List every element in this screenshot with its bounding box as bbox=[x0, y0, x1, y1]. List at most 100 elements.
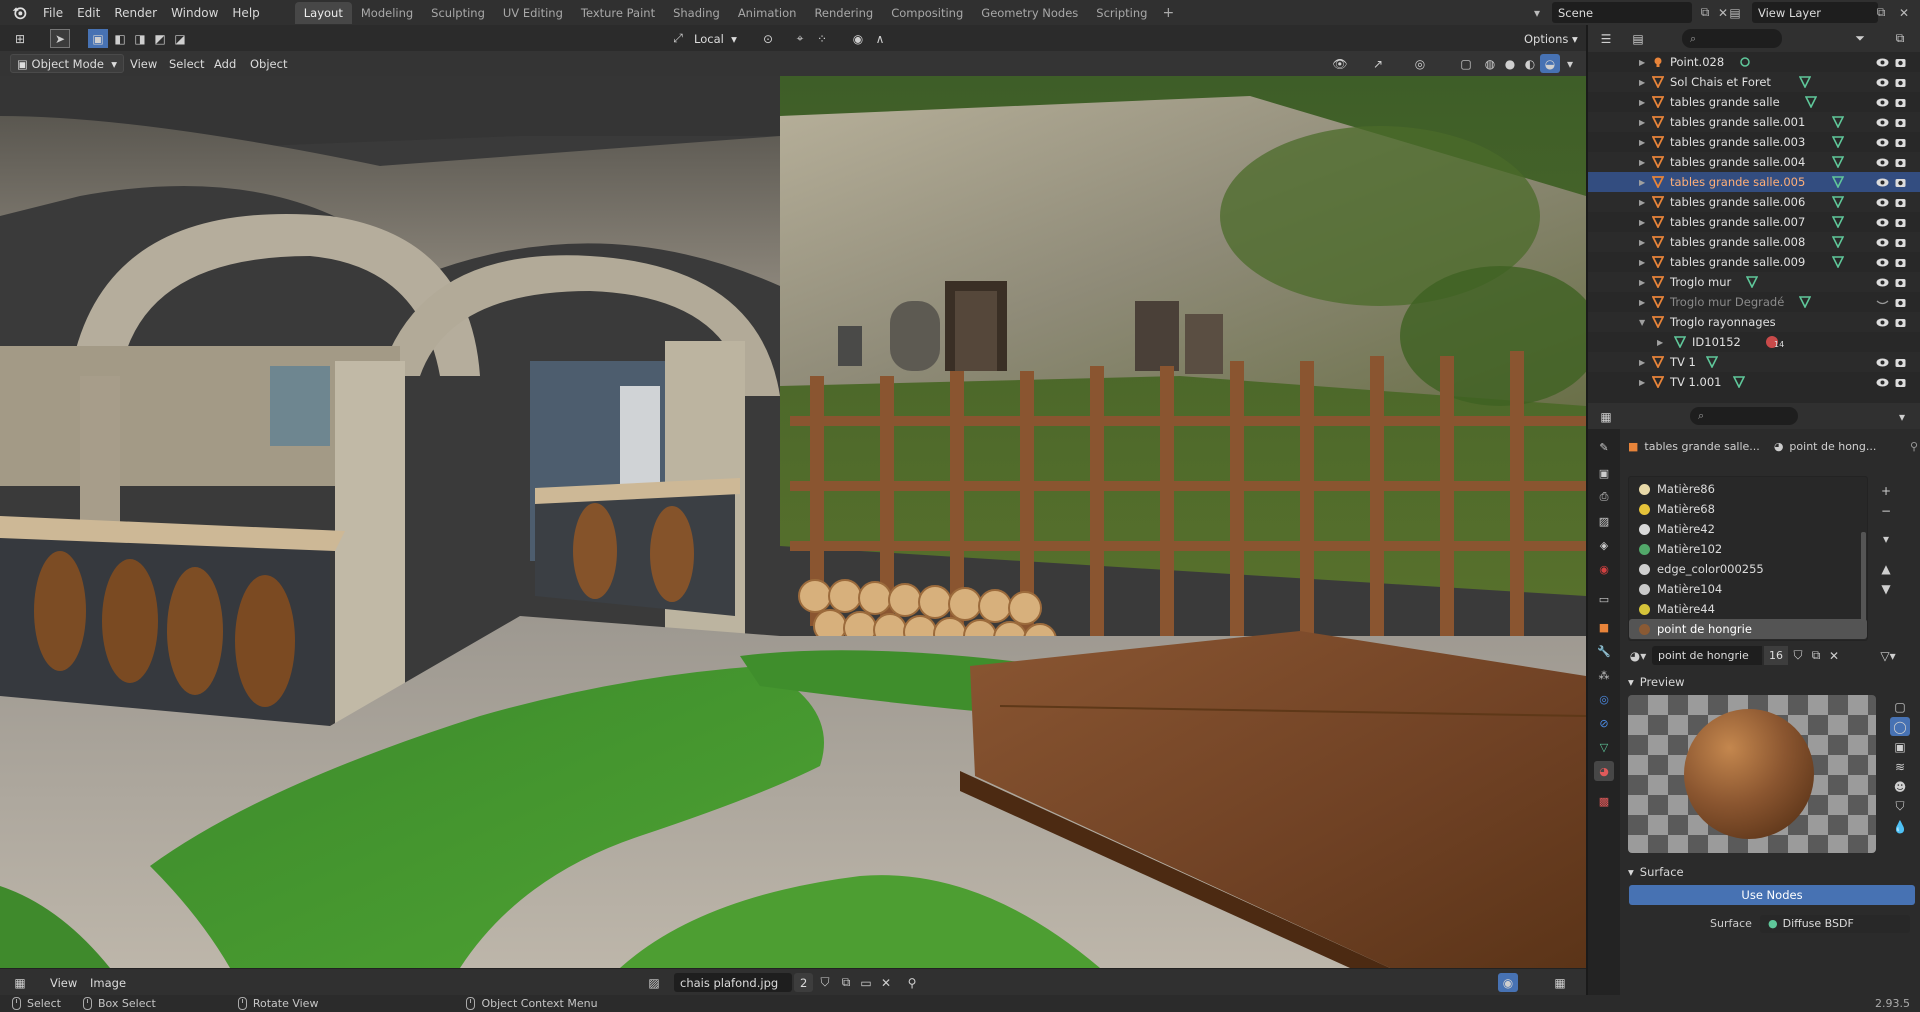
preview-panel-header[interactable]: ▾ Preview bbox=[1620, 671, 1920, 693]
outliner-search-input[interactable]: ⌕ bbox=[1682, 29, 1782, 48]
blender-logo-icon[interactable] bbox=[8, 2, 30, 24]
material-slot-item[interactable]: point de hongrie bbox=[1629, 619, 1867, 639]
mode-extend-icon[interactable]: ◧ bbox=[110, 29, 130, 48]
tab-texture-paint[interactable]: Texture Paint bbox=[572, 2, 664, 24]
view-layer-icon[interactable]: ▤ bbox=[1724, 3, 1746, 22]
tab-modeling[interactable]: Modeling bbox=[352, 2, 422, 24]
options-dropdown[interactable]: Options ▾ bbox=[1518, 29, 1584, 48]
render-camera-icon[interactable] bbox=[1895, 317, 1906, 328]
preview-monkey-icon[interactable]: ☻ bbox=[1890, 777, 1910, 796]
material-slot-item[interactable]: Matière42 bbox=[1629, 519, 1867, 539]
outliner-item[interactable]: ▶ Point.028 bbox=[1588, 52, 1920, 72]
eye-closed-icon[interactable] bbox=[1876, 298, 1889, 307]
wireframe-shading-icon[interactable]: ◍ bbox=[1480, 54, 1500, 73]
render-camera-icon[interactable] bbox=[1895, 57, 1906, 68]
tab-animation[interactable]: Animation bbox=[729, 2, 806, 24]
outliner-item[interactable]: ▶ tables grande salle.009 bbox=[1588, 252, 1920, 272]
outliner-item[interactable]: ▶ tables grande salle.001 bbox=[1588, 112, 1920, 132]
move-slot-down-icon[interactable]: ▼ bbox=[1876, 579, 1896, 598]
scene-render[interactable] bbox=[0, 76, 1586, 968]
object-tab-icon[interactable]: ■ bbox=[1594, 617, 1614, 637]
mesh-data-icon[interactable] bbox=[1792, 316, 1804, 328]
image-editor-type-icon[interactable]: ▦ bbox=[10, 973, 30, 992]
display-mode-icon[interactable]: ▤ bbox=[1628, 29, 1648, 48]
mode-subtract-icon[interactable]: ◨ bbox=[130, 29, 150, 48]
eye-icon[interactable] bbox=[1876, 138, 1889, 147]
tab-geometry-nodes[interactable]: Geometry Nodes bbox=[972, 2, 1087, 24]
scene-selector-icon[interactable]: ▾ bbox=[1526, 3, 1548, 22]
data-tab-icon[interactable]: ▽ bbox=[1594, 737, 1614, 757]
filter-icon[interactable]: ⏷ bbox=[1850, 29, 1870, 48]
eye-icon[interactable] bbox=[1876, 358, 1889, 367]
preview-cloth-icon[interactable]: ⛉ bbox=[1890, 797, 1910, 816]
slot-specials-icon[interactable]: ▾ bbox=[1876, 529, 1896, 548]
link-options-icon[interactable]: ▽▾ bbox=[1878, 646, 1898, 665]
move-slot-up-icon[interactable]: ▲ bbox=[1876, 559, 1896, 578]
outliner-item[interactable]: ▶ tables grande salle.005 bbox=[1588, 172, 1920, 192]
new-image-icon[interactable]: ⧉ bbox=[836, 973, 856, 992]
material-slot-item[interactable]: edge_color000255 bbox=[1629, 559, 1867, 579]
preview-fluid-icon[interactable]: 💧 bbox=[1890, 817, 1910, 836]
image-overlay-icon[interactable]: ◉ bbox=[1498, 973, 1518, 992]
overlay-icon[interactable]: ◎ bbox=[1410, 54, 1430, 73]
select-menu[interactable]: Select bbox=[163, 54, 210, 73]
scene-tab-icon[interactable]: ◈ bbox=[1594, 535, 1614, 555]
expand-arrow-icon[interactable]: ▶ bbox=[1639, 258, 1647, 267]
remove-slot-icon[interactable]: − bbox=[1876, 501, 1896, 520]
browse-image-icon[interactable]: ▨ bbox=[644, 973, 664, 992]
preview-cube-icon[interactable]: ▣ bbox=[1890, 737, 1910, 756]
snap-target-icon[interactable]: ⁘ bbox=[812, 29, 832, 48]
add-slot-icon[interactable]: + bbox=[1876, 481, 1896, 500]
outliner-item[interactable]: ▶ Troglo mur Degradé bbox=[1588, 292, 1920, 312]
expand-arrow-icon[interactable]: ▶ bbox=[1639, 358, 1647, 367]
editor-type-icon[interactable]: ⊞ bbox=[10, 29, 30, 48]
image-users-count[interactable]: 2 bbox=[794, 973, 814, 992]
eye-icon[interactable] bbox=[1876, 218, 1889, 227]
material-shading-icon[interactable]: ◐ bbox=[1520, 54, 1540, 73]
image-image-menu[interactable]: Image bbox=[84, 973, 132, 992]
mesh-data-icon[interactable] bbox=[1674, 336, 1686, 348]
image-view-menu[interactable]: View bbox=[44, 973, 83, 992]
mode-intersect-icon[interactable]: ◪ bbox=[170, 29, 190, 48]
menu-file[interactable]: File bbox=[36, 3, 70, 23]
outliner-item[interactable]: ▶ tables grande salle.006 bbox=[1588, 192, 1920, 212]
texture-tab-icon[interactable]: ▩ bbox=[1594, 791, 1614, 811]
render-camera-icon[interactable] bbox=[1895, 197, 1906, 208]
eye-icon[interactable] bbox=[1876, 258, 1889, 267]
properties-options-icon[interactable]: ▾ bbox=[1892, 407, 1912, 426]
tab-scripting[interactable]: Scripting bbox=[1087, 2, 1156, 24]
render-camera-icon[interactable] bbox=[1895, 217, 1906, 228]
outliner-item[interactable]: ▶ tables grande salle.007 bbox=[1588, 212, 1920, 232]
tab-shading[interactable]: Shading bbox=[664, 2, 729, 24]
expand-arrow-icon[interactable]: ▶ bbox=[1639, 138, 1647, 147]
object-mode-dropdown[interactable]: ▣ Object Mode ▾ bbox=[10, 54, 125, 73]
list-scrollbar[interactable] bbox=[1861, 532, 1866, 622]
collection-tab-icon[interactable]: ▭ bbox=[1594, 589, 1614, 609]
outliner-item[interactable]: ▶ tables grande salle.003 bbox=[1588, 132, 1920, 152]
material-slot-item[interactable]: Matière86 bbox=[1629, 479, 1867, 499]
material-tab-icon[interactable]: ◕ bbox=[1594, 761, 1614, 781]
outliner-item[interactable]: ▶ tables grande salle.008 bbox=[1588, 232, 1920, 252]
tab-rendering[interactable]: Rendering bbox=[805, 2, 882, 24]
eye-icon[interactable] bbox=[1876, 58, 1889, 67]
expand-arrow-icon[interactable]: ▶ bbox=[1639, 238, 1647, 247]
image-name-field[interactable]: chais plafond.jpg bbox=[674, 973, 792, 992]
3d-viewport[interactable]: ⊞ ➤ ▣ ◧ ◨ ◩ ◪ ⤢ Local ▾ ⊙ ⌖ ⁘ ◉ ∧ Option… bbox=[0, 25, 1586, 968]
menu-edit[interactable]: Edit bbox=[70, 3, 107, 23]
properties-search-input[interactable]: ⌕ bbox=[1690, 407, 1798, 425]
material-slot-item[interactable]: Matière104 bbox=[1629, 579, 1867, 599]
material-slot-item[interactable]: Matière102 bbox=[1629, 539, 1867, 559]
add-workspace-button[interactable]: + bbox=[1156, 5, 1180, 21]
visibility-icon[interactable]: 👁 bbox=[1330, 54, 1350, 73]
eye-icon[interactable] bbox=[1876, 98, 1889, 107]
outliner-item[interactable]: ▶ tables grande salle.004 bbox=[1588, 152, 1920, 172]
delete-view-layer-icon[interactable]: ✕ bbox=[1893, 3, 1915, 22]
particles-tab-icon[interactable]: ⁂ bbox=[1594, 665, 1614, 685]
expand-arrow-icon[interactable]: ▶ bbox=[1639, 118, 1647, 127]
outliner-editor-type-icon[interactable]: ☰ bbox=[1596, 29, 1616, 48]
expand-arrow-icon[interactable]: ▶ bbox=[1639, 378, 1647, 387]
mesh-data-icon[interactable] bbox=[1831, 196, 1844, 208]
render-camera-icon[interactable] bbox=[1895, 97, 1906, 108]
material-slot-item[interactable]: Matière68 bbox=[1629, 499, 1867, 519]
tool-tab-icon[interactable]: ✎ bbox=[1594, 437, 1614, 457]
